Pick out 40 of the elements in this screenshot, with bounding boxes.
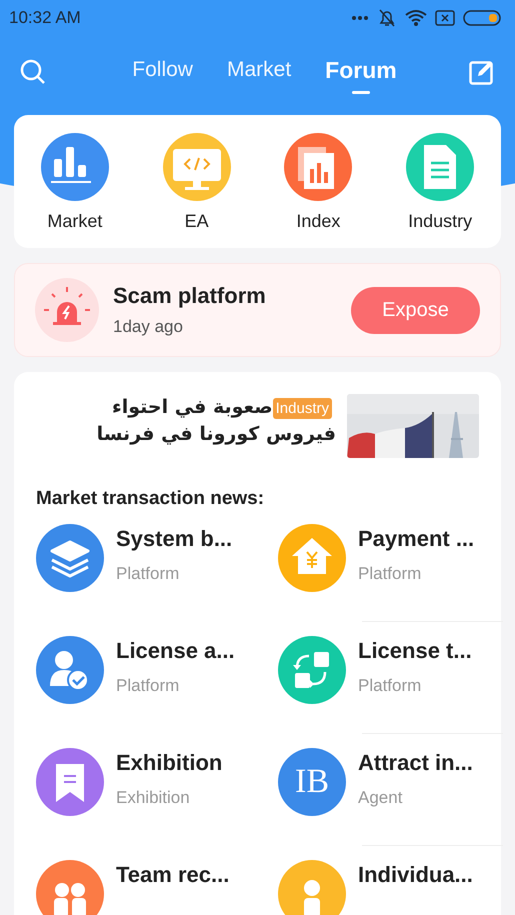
category-button[interactable]: Index xyxy=(273,133,364,232)
news-title[interactable]: Exhibition xyxy=(116,750,222,776)
status-time: 10:32 AM xyxy=(9,8,81,28)
news-category: Platform xyxy=(358,564,422,584)
yen-house-icon xyxy=(278,524,346,592)
wifi-icon xyxy=(405,9,427,27)
news-category: Platform xyxy=(358,676,422,696)
bookmark-icon xyxy=(36,748,104,816)
news-title[interactable]: Team rec... xyxy=(116,862,230,888)
news-title[interactable]: Payment ... xyxy=(358,526,474,552)
bell-off-icon xyxy=(377,8,397,28)
ib-icon: IB xyxy=(278,748,346,816)
news-title[interactable]: System b... xyxy=(116,526,232,552)
search-icon[interactable] xyxy=(20,59,46,85)
news-category: Exhibition xyxy=(116,788,191,808)
bar-chart-icon xyxy=(40,133,109,201)
battery-icon xyxy=(463,10,501,26)
news-category: Agent xyxy=(358,788,404,808)
layers-icon xyxy=(36,524,104,592)
alert-time: 1day ago xyxy=(113,317,184,337)
news-category: Platform xyxy=(116,676,180,696)
sim-icon xyxy=(435,10,455,26)
category-button[interactable]: Market xyxy=(30,133,120,232)
news-title[interactable]: License a... xyxy=(116,638,235,664)
edit-icon[interactable] xyxy=(469,59,495,85)
more-icon xyxy=(351,15,369,21)
report-icon xyxy=(284,133,352,201)
news-title[interactable]: Attract in... xyxy=(358,750,473,776)
news-category: Platform xyxy=(116,564,180,584)
news-title[interactable]: License t... xyxy=(358,638,472,664)
section-heading: Market transaction news: xyxy=(36,488,266,510)
swap-icon xyxy=(278,636,346,704)
category-button[interactable]: Industry xyxy=(395,133,486,232)
siren-icon xyxy=(35,278,99,342)
document-icon xyxy=(406,133,474,201)
user-check-icon xyxy=(36,636,104,704)
alert-title: Scam platform xyxy=(113,283,267,309)
code-monitor-icon xyxy=(162,133,231,201)
news-title[interactable]: Individua... xyxy=(358,862,473,888)
category-button[interactable]: EA xyxy=(152,133,242,232)
